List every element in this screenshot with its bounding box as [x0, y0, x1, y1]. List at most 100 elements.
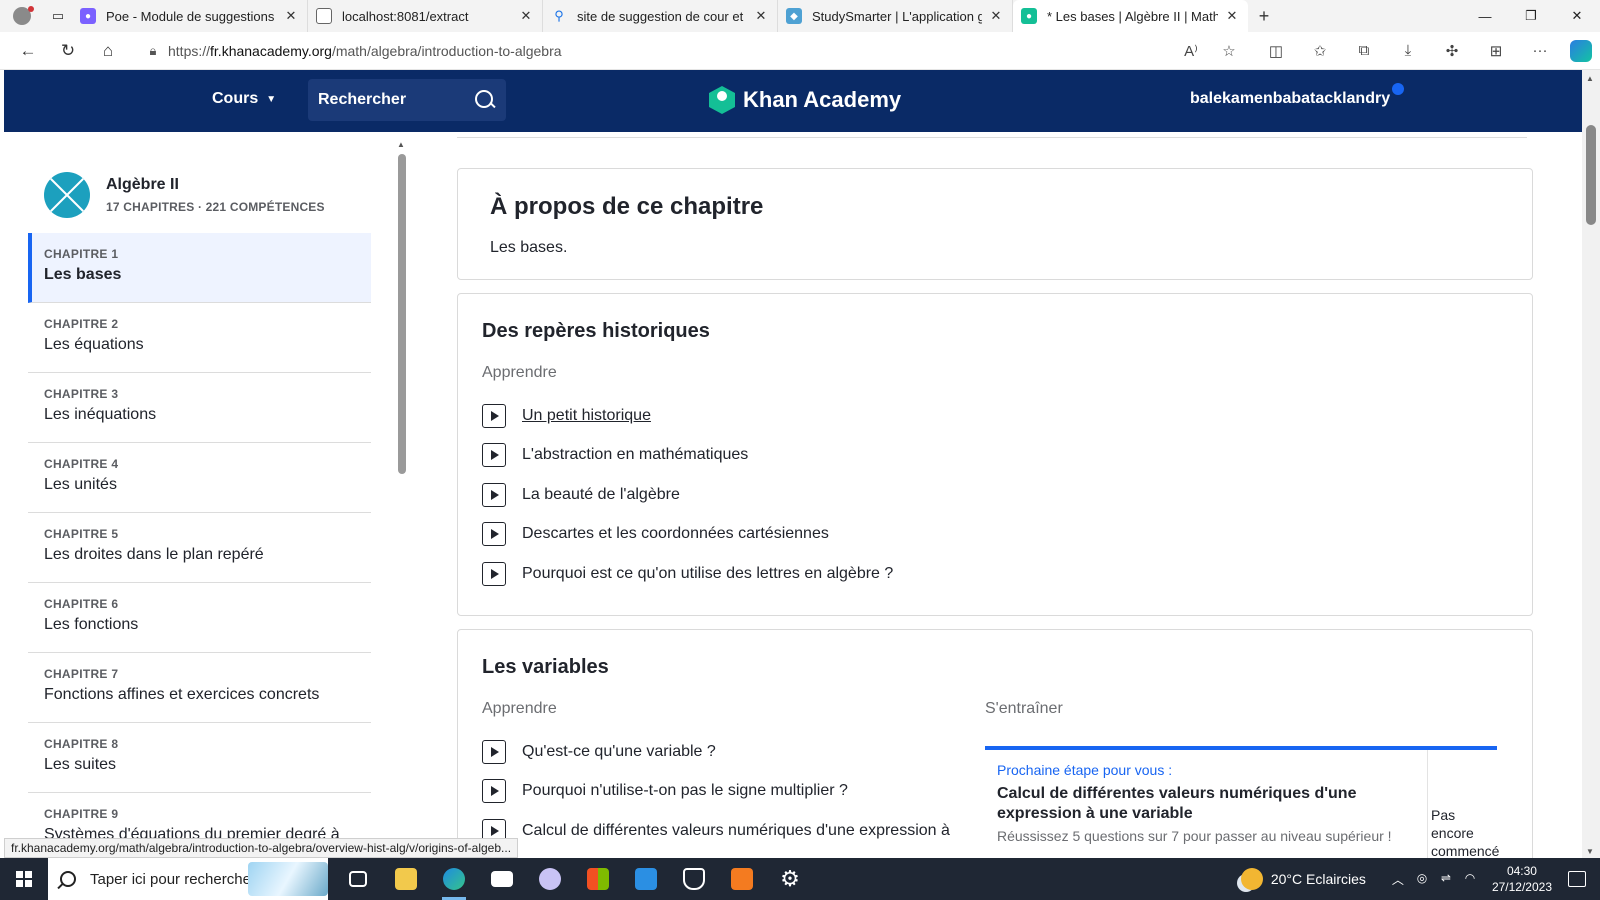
new-tab-button[interactable]: +	[1248, 6, 1280, 27]
close-tab-icon[interactable]: ✕	[988, 8, 1004, 24]
khan-academy-logo[interactable]: Khan Academy	[709, 86, 901, 114]
chapter-item-5[interactable]: CHAPITRE 5 Les droites dans le plan repér…	[28, 513, 371, 583]
unit-title[interactable]: Des repères historiques	[482, 320, 710, 343]
close-window-icon[interactable]: ✕	[1554, 0, 1600, 32]
sidebar-scrollbar[interactable]: ▲	[395, 140, 407, 830]
restore-icon[interactable]: ❐	[1508, 0, 1554, 32]
copilot-icon[interactable]	[1570, 39, 1592, 62]
video-title[interactable]: Calcul de différentes valeurs numériques…	[522, 822, 950, 840]
chapter-item-4[interactable]: CHAPITRE 4 Les unités	[28, 443, 371, 513]
video-title[interactable]: L'abstraction en mathématiques	[522, 446, 748, 464]
chapter-item-6[interactable]: CHAPITRE 6 Les fonctions	[28, 583, 371, 653]
xampp-button[interactable]	[718, 858, 766, 900]
wifi-icon[interactable]: ◠	[1458, 871, 1482, 888]
favorite-star-icon[interactable]: ☆	[1210, 42, 1248, 60]
close-tab-icon[interactable]: ✕	[283, 8, 299, 24]
unit-card-history: Des repères historiques Apprendre Un pet…	[457, 293, 1533, 616]
downloads-icon[interactable]: ⤓	[1386, 42, 1430, 60]
scroll-up-icon[interactable]: ▲	[397, 140, 405, 149]
file-explorer-button[interactable]	[382, 858, 430, 900]
network-adapter-icon[interactable]: ⇌	[1434, 871, 1458, 888]
task-view-button[interactable]	[334, 858, 382, 900]
back-icon[interactable]: ←	[8, 33, 48, 69]
scroll-up-icon[interactable]: ▲	[1586, 74, 1594, 83]
video-item[interactable]: L'abstraction en mathématiques	[482, 443, 748, 467]
user-menu[interactable]: balekamenbabatacklandry	[1190, 83, 1405, 108]
vscode-button[interactable]	[622, 858, 670, 900]
favorites-icon[interactable]: ✩	[1298, 42, 1342, 60]
scroll-down-icon[interactable]: ▼	[1586, 847, 1594, 856]
scrollbar-thumb[interactable]	[1586, 125, 1596, 225]
edge-button[interactable]	[430, 858, 478, 900]
profile-icon[interactable]	[0, 0, 44, 32]
collections-icon[interactable]: ⧉	[1342, 42, 1386, 60]
browser-tab-studysmarter[interactable]: ◆ StudySmarter | L'application grat ✕	[778, 0, 1013, 32]
extensions-icon[interactable]: ✣	[1430, 42, 1474, 60]
tab-actions-icon[interactable]: ▭	[44, 0, 72, 32]
chapter-item-7[interactable]: CHAPITRE 7 Fonctions affines et exercices…	[28, 653, 371, 723]
chevron-up-icon[interactable]: ︿	[1386, 871, 1410, 888]
chapter-name: Les bases	[44, 266, 122, 283]
start-button[interactable]	[0, 858, 48, 900]
video-item[interactable]: Pourquoi est ce qu'on utilise des lettre…	[482, 562, 893, 586]
address-bar[interactable]: 🔒︎ https://fr.khanacademy.org/math/algeb…	[138, 35, 1248, 66]
search-icon[interactable]	[474, 89, 496, 111]
unit-card-variables: Les variables Apprendre S'entraîner Qu'e…	[457, 629, 1533, 858]
refresh-icon[interactable]: ↻	[48, 33, 88, 69]
more-icon[interactable]: ···	[1518, 42, 1562, 60]
video-item[interactable]: Un petit historique	[482, 404, 651, 428]
search-icon: ⚲	[554, 8, 564, 23]
chapter-label: CHAPITRE 9	[44, 807, 119, 821]
video-item[interactable]: Pourquoi n'utilise-t-on pas le signe mul…	[482, 779, 848, 803]
video-item[interactable]: Descartes et les coordonnées cartésienne…	[482, 522, 829, 546]
video-item[interactable]: Qu'est-ce qu'une variable ?	[482, 740, 716, 764]
paint-button[interactable]	[526, 858, 574, 900]
close-tab-icon[interactable]: ✕	[1224, 8, 1240, 24]
page-scrollbar[interactable]: ▲ ▼	[1582, 70, 1600, 858]
khan-logo-icon	[709, 86, 735, 114]
minimize-icon[interactable]: —	[1462, 0, 1508, 32]
close-tab-icon[interactable]: ✕	[753, 8, 769, 24]
video-title[interactable]: Pourquoi n'utilise-t-on pas le signe mul…	[522, 782, 848, 800]
chapter-item-2[interactable]: CHAPITRE 2 Les équations	[28, 303, 371, 373]
lock-icon[interactable]: 🔒︎	[138, 43, 168, 59]
weather-widget[interactable]: 20°C Eclaircies	[1240, 868, 1366, 890]
courses-menu[interactable]: Cours ▼	[212, 90, 276, 108]
video-item[interactable]: La beauté de l'algèbre	[482, 483, 680, 507]
close-tab-icon[interactable]: ✕	[518, 8, 534, 24]
video-title[interactable]: Pourquoi est ce qu'on utilise des lettre…	[522, 565, 893, 583]
chapter-item-8[interactable]: CHAPITRE 8 Les suites	[28, 723, 371, 793]
apps-icon[interactable]: ⊞	[1474, 42, 1518, 60]
chapter-item-3[interactable]: CHAPITRE 3 Les inéquations	[28, 373, 371, 443]
camera-icon[interactable]: ◎	[1410, 871, 1434, 888]
next-step-title[interactable]: Calcul de différentes valeurs numériques…	[997, 784, 1411, 824]
browser-tab-khan-active[interactable]: ● * Les bases | Algèbre II | Mathém ✕	[1013, 0, 1248, 32]
video-title[interactable]: La beauté de l'algèbre	[522, 486, 680, 504]
browser-tab-poe[interactable]: ● Poe - Module de suggestions ✕	[72, 0, 308, 32]
clock[interactable]: 04:30 27/12/2023	[1492, 863, 1552, 895]
unit-title[interactable]: Les variables	[482, 656, 609, 679]
video-title[interactable]: Un petit historique	[522, 407, 651, 425]
scrollbar-thumb[interactable]	[398, 154, 406, 474]
next-step-card[interactable]: Prochaine étape pour vous : Calcul de di…	[985, 746, 1499, 858]
home-icon[interactable]: ⌂	[88, 33, 128, 69]
store-button[interactable]	[574, 858, 622, 900]
palette-icon	[539, 868, 561, 890]
video-title[interactable]: Descartes et les coordonnées cartésienne…	[522, 525, 829, 543]
notification-center-icon[interactable]	[1568, 871, 1586, 887]
taskbar-apps: ⚙	[334, 858, 814, 900]
site-search[interactable]: Rechercher	[308, 79, 506, 121]
split-screen-icon[interactable]: ◫	[1254, 42, 1298, 60]
security-button[interactable]	[670, 858, 718, 900]
settings-button[interactable]: ⚙	[766, 858, 814, 900]
video-item[interactable]: Calcul de différentes valeurs numériques…	[482, 819, 950, 843]
mail-button[interactable]	[478, 858, 526, 900]
video-title[interactable]: Qu'est-ce qu'une variable ?	[522, 743, 716, 761]
browser-tab-search[interactable]: ⚲ site de suggestion de cour et exe ✕	[543, 0, 778, 32]
read-aloud-icon[interactable]: A⁾	[1172, 42, 1210, 60]
browser-tab-localhost[interactable]: localhost:8081/extract ✕	[308, 0, 543, 32]
taskbar-search[interactable]: Taper ici pour rechercher	[48, 858, 328, 900]
divider	[457, 137, 1527, 138]
course-title[interactable]: Algèbre II	[106, 176, 325, 194]
chapter-item-1[interactable]: CHAPITRE 1 Les bases	[28, 233, 371, 303]
